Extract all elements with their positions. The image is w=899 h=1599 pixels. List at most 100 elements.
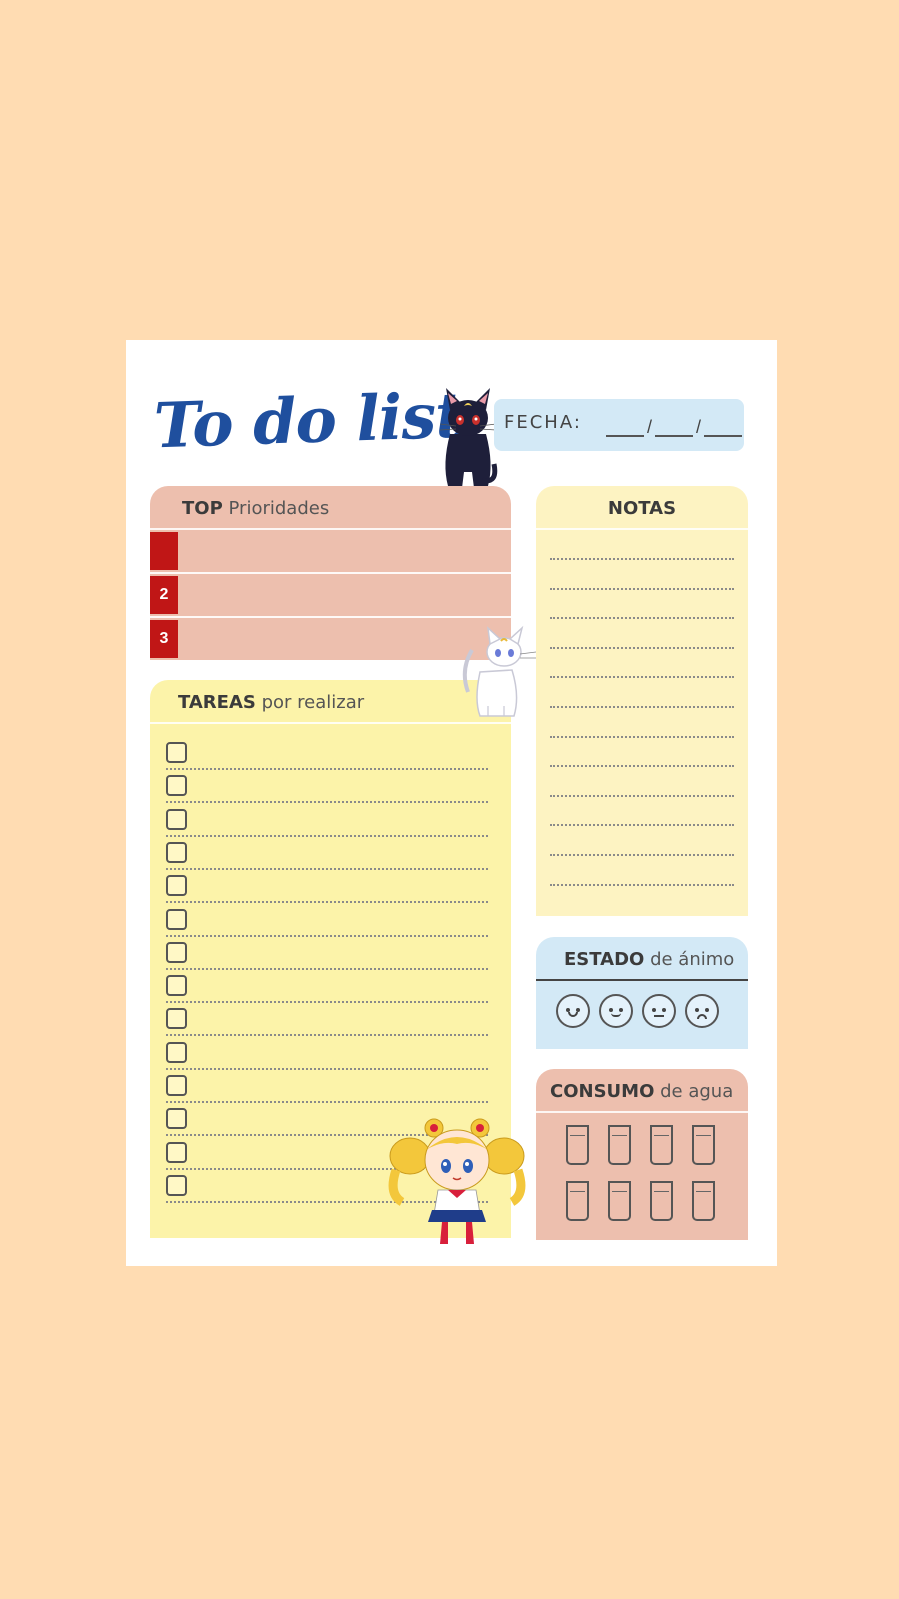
task-line[interactable] [166,768,488,770]
water-glass-icon[interactable] [608,1125,631,1165]
task-line[interactable] [166,967,488,970]
task-line[interactable] [166,1001,488,1004]
tasks-title-bold: TAREAS [178,692,256,713]
mood-title: ESTADO de ánimo [564,949,734,970]
date-field[interactable]: FECHA: / / [494,399,744,451]
water-glass-icon[interactable] [650,1125,673,1165]
page-title: To do list [152,378,465,463]
task-row[interactable] [166,908,488,942]
smile-face-icon[interactable] [599,994,633,1028]
chibi-character-illustration [388,1118,526,1244]
water-title-bold: CONSUMO [550,1081,655,1102]
priority-number-badge [150,532,178,570]
task-line[interactable] [166,1101,488,1103]
task-checkbox[interactable] [166,875,187,897]
task-row[interactable] [166,775,488,808]
notes-header: NOTAS [536,486,748,530]
neutral-face-icon[interactable] [642,994,676,1028]
task-line[interactable] [166,934,488,937]
task-row[interactable] [166,841,488,875]
date-label: FECHA: [504,412,582,433]
task-row[interactable] [166,875,488,908]
task-checkbox[interactable] [166,808,187,830]
date-separator: / [696,417,702,437]
notes-title: NOTAS [536,498,748,519]
top-priorities-title: TOP Prioridades [182,498,329,519]
task-row[interactable] [166,742,488,775]
task-checkbox[interactable] [166,1041,187,1063]
task-checkbox[interactable] [166,975,187,997]
water-glass-icon[interactable] [692,1181,715,1221]
note-line[interactable] [550,883,734,886]
task-line[interactable] [166,867,488,870]
task-checkbox[interactable] [166,742,187,763]
water-glass-icon[interactable] [566,1125,589,1165]
task-checkbox[interactable] [166,1008,187,1030]
happy-face-icon[interactable] [556,994,590,1028]
task-checkbox[interactable] [166,775,187,797]
task-row[interactable] [166,808,488,842]
note-line[interactable] [550,854,734,856]
black-cat-illustration [439,388,498,488]
task-checkbox[interactable] [166,941,187,963]
task-row[interactable] [166,1075,488,1108]
note-line[interactable] [550,676,734,679]
tasks-title-thin: por realizar [261,692,365,713]
task-line[interactable] [166,801,488,804]
notes-title-bold: NOTAS [607,498,677,519]
notes-panel: NOTAS [536,486,748,916]
water-glass-icon[interactable] [566,1181,589,1221]
priority-number-badge: 2 [150,576,178,614]
mood-faces [556,994,719,1028]
note-line[interactable] [550,646,734,649]
task-row[interactable] [166,975,488,1008]
task-checkbox[interactable] [166,908,187,930]
mood-title-thin: de ánimo [650,949,735,970]
water-title: CONSUMO de agua [550,1081,733,1102]
task-checkbox[interactable] [166,1141,187,1163]
priority-row[interactable]: 3 [150,618,511,660]
task-checkbox[interactable] [166,841,187,863]
top-priorities-title-thin: Prioridades [228,498,330,519]
note-line[interactable] [550,617,734,620]
top-priorities-header: TOP Prioridades [150,486,511,530]
top-priorities-title-bold: TOP [182,498,223,519]
water-title-thin: de agua [660,1081,734,1102]
mood-title-bold: ESTADO [564,949,645,970]
task-row[interactable] [166,941,488,975]
note-line[interactable] [550,794,734,797]
date-year-slot[interactable] [704,415,743,437]
mood-panel: ESTADO de ánimo [536,937,748,1049]
task-line[interactable] [166,834,488,837]
water-header: CONSUMO de agua [536,1069,748,1113]
tasks-title: TAREAS por realizar [178,692,364,713]
note-line[interactable] [550,735,734,738]
tasks-header: TAREAS por realizar [150,680,511,724]
task-row[interactable] [166,1008,488,1041]
top-priorities-panel: TOP Prioridades 2 3 [150,486,511,660]
task-checkbox[interactable] [166,1075,187,1096]
white-cat-illustration [462,625,537,717]
sad-face-icon[interactable] [685,994,719,1028]
task-line[interactable] [166,901,488,904]
water-glass-icon[interactable] [650,1181,673,1221]
task-line[interactable] [166,1034,488,1037]
note-line[interactable] [550,558,734,560]
priority-row[interactable]: 2 [150,574,511,618]
task-line[interactable] [166,1067,488,1070]
water-glass-icon[interactable] [608,1181,631,1221]
note-line[interactable] [550,765,734,768]
note-line[interactable] [550,706,734,708]
note-line[interactable] [550,824,734,827]
priority-number-badge: 3 [150,620,178,658]
date-month-slot[interactable] [655,415,694,437]
task-row[interactable] [166,1041,488,1075]
note-line[interactable] [550,587,734,590]
task-checkbox[interactable] [166,1174,187,1196]
task-checkbox[interactable] [166,1108,187,1130]
date-day-slot[interactable] [606,415,644,437]
water-glass-icon[interactable] [692,1125,715,1165]
priority-row[interactable] [150,530,511,574]
water-panel: CONSUMO de agua [536,1069,748,1240]
date-slots: / / [606,415,743,437]
